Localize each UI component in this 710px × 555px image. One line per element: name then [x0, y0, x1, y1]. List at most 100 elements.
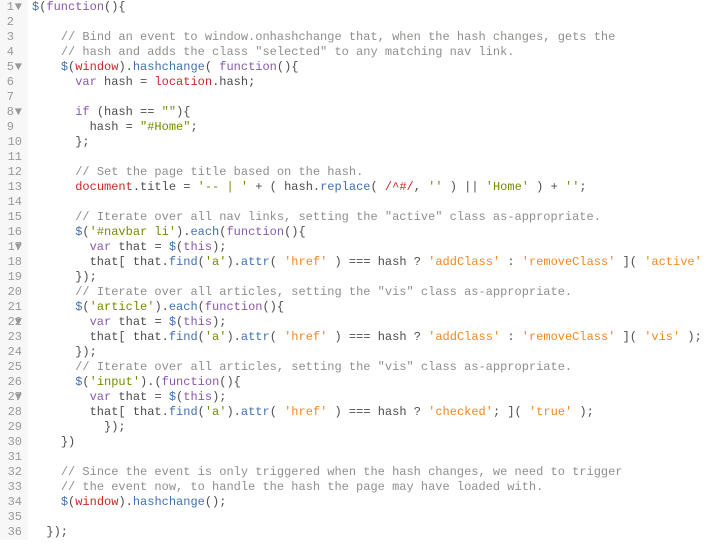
- code-line[interactable]: $(window).hashchange();: [32, 495, 710, 510]
- code-line[interactable]: $(function(){: [32, 0, 710, 15]
- token-ident: hash: [90, 120, 126, 134]
- token-punct: ).: [226, 405, 240, 419]
- token-punct: =: [140, 75, 154, 89]
- code-line[interactable]: $('#navbar li').each(function(){: [32, 225, 710, 240]
- token-comment: // Bind an event to window.onhashchange …: [61, 30, 616, 44]
- token-punct: (){: [262, 300, 284, 314]
- code-content[interactable]: $(function(){ // Bind an event to window…: [28, 0, 710, 540]
- token-fn: find: [169, 330, 198, 344]
- token-fn: $: [61, 60, 68, 74]
- token-punct: [ that.: [118, 330, 168, 344]
- code-line[interactable]: // Iterate over all articles, setting th…: [32, 360, 710, 375]
- token-punct: (: [82, 225, 89, 239]
- token-punct: ;: [248, 75, 255, 89]
- token-fn: $: [169, 315, 176, 329]
- code-line[interactable]: that[ that.find('a').attr( 'href' ) === …: [32, 255, 710, 270]
- token-comment: // Since the event is only triggered whe…: [61, 465, 623, 479]
- code-line[interactable]: [32, 15, 710, 30]
- code-line[interactable]: // the event now, to handle the hash the…: [32, 480, 710, 495]
- code-line[interactable]: // Iterate over all articles, setting th…: [32, 285, 710, 300]
- code-line[interactable]: $('article').each(function(){: [32, 300, 710, 315]
- code-line[interactable]: }): [32, 435, 710, 450]
- code-line[interactable]: [32, 450, 710, 465]
- code-line[interactable]: });: [32, 420, 710, 435]
- token-punct: (: [82, 375, 89, 389]
- token-punct: );: [572, 405, 594, 419]
- token-comment: // Iterate over all articles, setting th…: [75, 360, 572, 374]
- token-punct: });: [46, 525, 68, 539]
- code-line[interactable]: // Set the page title based on the hash.: [32, 165, 710, 180]
- code-line[interactable]: if (hash == ""){: [32, 105, 710, 120]
- token-punct: (: [371, 180, 385, 194]
- code-line[interactable]: that[ that.find('a').attr( 'href' ) === …: [32, 405, 710, 420]
- token-fn: $: [61, 495, 68, 509]
- token-str: "": [162, 105, 176, 119]
- token-punct: }): [61, 435, 75, 449]
- token-regex: /^#/: [385, 180, 414, 194]
- token-str: 'a': [205, 405, 227, 419]
- token-fn: each: [169, 300, 198, 314]
- line-number: 4: [4, 45, 22, 60]
- line-number: 1 ▼: [4, 0, 22, 15]
- code-line[interactable]: // Bind an event to window.onhashchange …: [32, 30, 710, 45]
- code-line[interactable]: });: [32, 345, 710, 360]
- token-punct: ](: [615, 330, 644, 344]
- token-kw: function: [162, 375, 220, 389]
- token-punct: ){: [176, 105, 190, 119]
- token-punct: ;: [579, 180, 586, 194]
- token-fn: find: [169, 405, 198, 419]
- code-line[interactable]: };: [32, 135, 710, 150]
- code-line[interactable]: that[ that.find('a').attr( 'href' ) === …: [32, 330, 710, 345]
- token-punct: ).(: [140, 375, 162, 389]
- token-punct: (: [205, 60, 219, 74]
- line-number: 24: [4, 345, 22, 360]
- code-line[interactable]: $(window).hashchange( function(){: [32, 60, 710, 75]
- token-kw: function: [46, 0, 104, 14]
- code-line[interactable]: });: [32, 525, 710, 540]
- code-line[interactable]: var hash = location.hash;: [32, 75, 710, 90]
- line-number: 3: [4, 30, 22, 45]
- line-number: 7: [4, 90, 22, 105]
- token-ident: that: [118, 315, 154, 329]
- token-comment: // the event now, to handle the hash the…: [61, 480, 543, 494]
- code-line[interactable]: [32, 90, 710, 105]
- token-fn: attr: [241, 255, 270, 269]
- line-number: 2: [4, 15, 22, 30]
- line-number: 28: [4, 405, 22, 420]
- token-fn: $: [169, 240, 176, 254]
- code-line[interactable]: });: [32, 270, 710, 285]
- token-str2: 'href': [284, 330, 327, 344]
- code-line[interactable]: [32, 150, 710, 165]
- code-line[interactable]: // hash and adds the class "selected" to…: [32, 45, 710, 60]
- fold-icon[interactable]: ▼: [14, 105, 22, 120]
- token-punct: [ that.: [118, 255, 168, 269]
- token-punct: (){: [277, 60, 299, 74]
- token-str: '-- | ': [198, 180, 248, 194]
- code-line[interactable]: hash = "#Home";: [32, 120, 710, 135]
- token-fn: each: [190, 225, 219, 239]
- code-line[interactable]: // Iterate over all nav links, setting t…: [32, 210, 710, 225]
- token-kw: function: [219, 60, 277, 74]
- code-line[interactable]: $('input').(function(){: [32, 375, 710, 390]
- token-punct: (: [198, 405, 205, 419]
- code-line[interactable]: document.title = '-- | ' + ( hash.replac…: [32, 180, 710, 195]
- line-number: 29: [4, 420, 22, 435]
- line-number-gutter: 1 ▼2345 ▼678 ▼910111213141516 ▼171819202…: [0, 0, 28, 540]
- line-number: 18: [4, 255, 22, 270]
- code-line[interactable]: // Since the event is only triggered whe…: [32, 465, 710, 480]
- token-punct: ).: [226, 255, 240, 269]
- line-number: 26 ▼: [4, 375, 22, 390]
- code-line[interactable]: [32, 195, 710, 210]
- token-punct: (: [270, 330, 284, 344]
- fold-icon[interactable]: ▼: [14, 60, 22, 75]
- fold-icon[interactable]: ▼: [14, 0, 22, 15]
- code-line[interactable]: var that = $(this);: [32, 390, 710, 405]
- line-number: 9: [4, 120, 22, 135]
- token-fn: attr: [241, 330, 270, 344]
- token-obj: window: [75, 60, 118, 74]
- token-kw: function: [226, 225, 284, 239]
- code-line[interactable]: var that = $(this);: [32, 240, 710, 255]
- code-line[interactable]: [32, 510, 710, 525]
- line-number: 33: [4, 480, 22, 495]
- code-line[interactable]: var that = $(this);: [32, 315, 710, 330]
